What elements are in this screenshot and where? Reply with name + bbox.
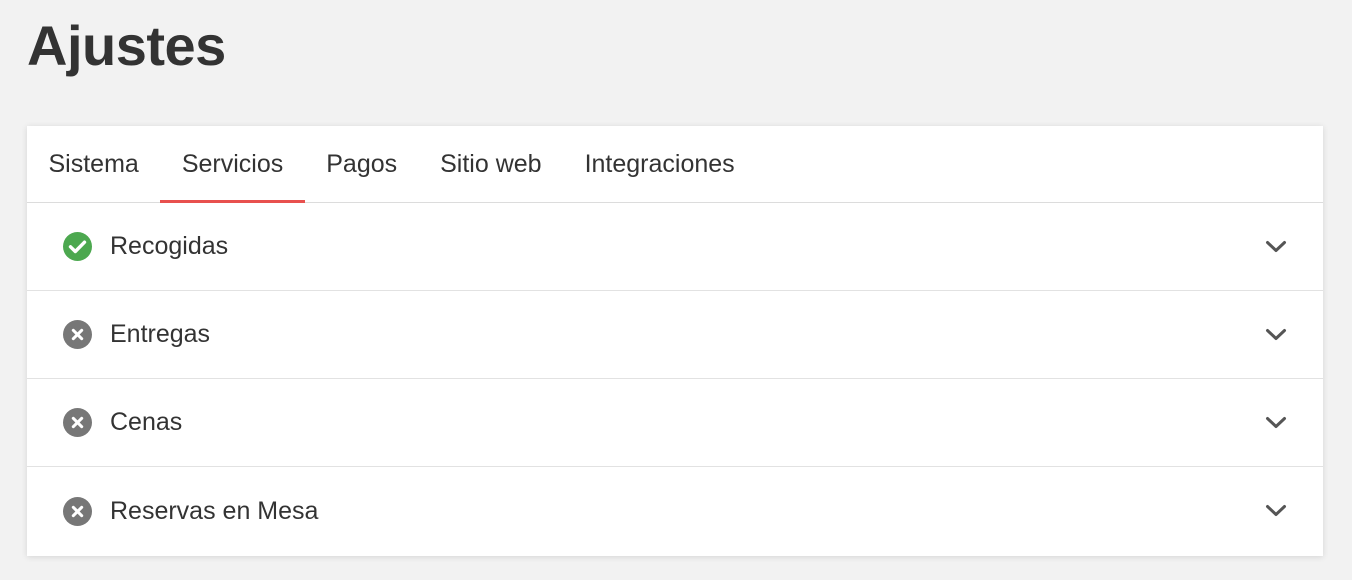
tab-label: Sistema bbox=[48, 149, 139, 178]
service-row-entregas[interactable]: Entregas bbox=[27, 291, 1323, 379]
tab-label: Pagos bbox=[326, 149, 398, 178]
chevron-down-icon[interactable] bbox=[1265, 416, 1287, 430]
tab-pagos[interactable]: Pagos bbox=[305, 126, 419, 202]
x-circle-icon bbox=[63, 496, 92, 526]
service-row-reservas-en-mesa[interactable]: Reservas en Mesa bbox=[27, 467, 1323, 555]
service-label: Entregas bbox=[110, 320, 211, 348]
chevron-down-icon[interactable] bbox=[1265, 240, 1287, 254]
chevron-down-icon[interactable] bbox=[1265, 328, 1287, 342]
service-label: Cenas bbox=[110, 408, 183, 436]
x-circle-icon bbox=[63, 320, 92, 349]
tab-sitio-web[interactable]: Sitio web bbox=[419, 126, 563, 202]
check-circle-icon bbox=[63, 232, 92, 261]
tab-sistema[interactable]: Sistema bbox=[27, 126, 160, 202]
page-title: Ajustes bbox=[27, 14, 226, 77]
service-label: Recogidas bbox=[110, 232, 229, 260]
chevron-down-icon[interactable] bbox=[1265, 504, 1287, 518]
service-label: Reservas en Mesa bbox=[110, 496, 319, 525]
tab-integraciones[interactable]: Integraciones bbox=[563, 126, 756, 202]
tab-label: Integraciones bbox=[584, 149, 735, 178]
tab-servicios[interactable]: Servicios bbox=[160, 126, 306, 203]
service-row-recogidas[interactable]: Recogidas bbox=[27, 203, 1323, 291]
service-row-cenas[interactable]: Cenas bbox=[27, 379, 1323, 467]
tab-label: Sitio web bbox=[440, 149, 542, 178]
tab-bar: Sistema Servicios Pagos Sitio web Integr… bbox=[27, 126, 1323, 203]
services-list: Recogidas Entregas Cenas Reservas en Mes… bbox=[27, 203, 1323, 555]
tab-label: Servicios bbox=[181, 149, 284, 178]
settings-panel: Sistema Servicios Pagos Sitio web Integr… bbox=[27, 126, 1323, 556]
x-circle-icon bbox=[63, 408, 92, 437]
